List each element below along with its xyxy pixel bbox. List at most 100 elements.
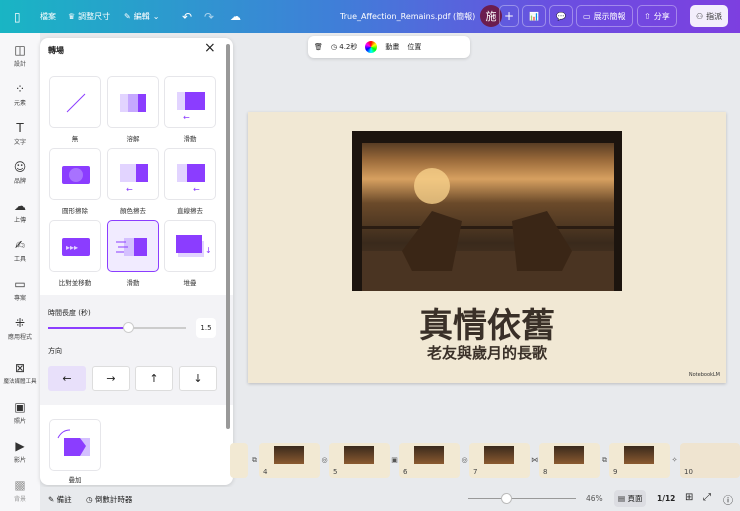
transition-label: 無 [71,135,79,143]
assign-icon: ⚇ [696,11,704,21]
transition-line-wipe[interactable]: ← [164,148,216,200]
trash-icon[interactable]: 🗑 [314,43,323,51]
zoom-level[interactable]: 46% [586,494,603,503]
page-thumbnail[interactable]: 9 [609,443,670,478]
background-icon: ▩ [14,478,26,492]
transition-label: 直線擦去 [177,207,203,215]
transition-none[interactable] [49,76,101,128]
brand-icon: ☺ [13,160,27,174]
page-thumbnail[interactable] [230,443,248,478]
page-thumbnail[interactable]: 6 [399,443,460,478]
svg-text:←: ← [183,113,190,122]
panel-scrollbar[interactable] [226,44,230,429]
sidebar-toggle-icon[interactable]: ▯ [14,10,21,24]
duration-slider[interactable] [48,322,186,333]
rail-videos[interactable]: ▶ 影片 [0,439,40,464]
share-button[interactable]: ⇧ 分享 [637,5,677,27]
page-thumbnail[interactable]: 5 [329,443,390,478]
rail-magic-media[interactable]: ⊠ 魔法媒體工具 [0,361,40,385]
slide-canvas[interactable]: 真情依舊 老友與歲月的長歌 NotebookLM [248,112,726,383]
animate-button[interactable]: 動畫 [385,42,399,52]
close-icon[interactable]: × [204,40,216,56]
page-thumbnail[interactable]: 10 [680,443,740,478]
timer-button[interactable]: ◷ 倒數計時器 [86,494,132,505]
assign-button[interactable]: ⚇ 指派 [690,5,729,27]
transition-dissolve[interactable] [107,76,159,128]
color-wheel-icon[interactable] [365,41,378,53]
rail-elements[interactable]: ⁘ 元素 [0,82,40,107]
transition-slide[interactable]: ← [164,76,216,128]
help-icon[interactable]: ⓘ [723,492,733,507]
add-collaborator-button[interactable]: + [499,5,519,27]
direction-down-button[interactable]: ↓ [179,366,217,391]
transition-match-move[interactable]: ▸▸▸ [49,220,101,272]
rail-background[interactable]: ▩ 背景 [0,478,40,503]
direction-left-button[interactable]: ← [48,366,86,391]
transition-color-wipe[interactable]: ← [107,148,159,200]
transition-stack[interactable]: ↓ [164,220,216,272]
slide-subtitle: 老友與歲月的長歌 [426,344,547,362]
chevron-down-icon: ⌄ [152,12,160,21]
top-bar: ▯ 檔案 ♛ 調整尺寸 ✎ 編輯 ⌄ ↶ ↷ ☁ True_Affection_Rem… [0,0,740,33]
image-icon: ▣ [14,400,26,414]
duration-label: 時間長度 (秒) [48,309,91,317]
shapes-icon: ⁘ [14,82,26,96]
porch-chairs-image [352,131,622,291]
transition-label: 顏色擦去 [120,207,146,215]
page-thumbnail[interactable]: 7 [469,443,530,478]
transition-marker-icon[interactable]: ✧ [669,455,680,466]
upload-icon: ⇧ [644,11,651,21]
page-counter[interactable]: 1/12 [657,494,675,503]
undo-icon[interactable]: ↶ [182,10,192,24]
cloud-saved-icon[interactable]: ☁ [230,10,241,23]
draw-icon: ✍ [14,238,26,252]
edit-menu[interactable]: ✎ 編輯 ⌄ [124,11,159,22]
element-toolbar: 🗑 ◷ 4.2秒 動畫 位置 [308,36,470,58]
transition-label: 滑動 [183,135,197,143]
grid-view-icon[interactable]: ⊞ [685,492,693,503]
text-icon: T [16,121,24,135]
redo-icon[interactable]: ↷ [204,10,214,24]
rail-apps[interactable]: ⁜ 應用程式 [0,316,40,341]
left-rail: ◫ 設計 ⁘ 元素 T 文字 ☺ 品牌 ☁ 上傳 ✍ 工具 ▭ 專案 ⁜ 應用程式 ⊠ 魔法媒體工… [0,33,40,511]
position-button[interactable]: 位置 [407,42,421,52]
rail-text[interactable]: T 文字 [0,121,40,146]
present-button[interactable]: ▭ 展示簡報 [576,5,633,27]
slide-photo [352,131,622,291]
duration-input[interactable]: 1.5 [196,318,216,338]
duration-button[interactable]: ◷ 4.2秒 [331,42,357,52]
video-icon: ▶ [15,439,25,453]
slide-title: 真情依舊 [419,306,555,346]
transition-slide-selected[interactable] [107,220,159,272]
transition-label: 堆疊 [183,279,197,287]
transition-label: 圓形擦除 [62,207,88,215]
notes-button[interactable]: ✎ 備註 [48,494,72,505]
transition-overlay[interactable] [49,419,101,471]
insights-icon[interactable]: 📊 [522,5,546,27]
zoom-slider[interactable] [468,493,576,504]
notes-icon: ✎ [48,495,57,504]
rail-photos[interactable]: ▣ 照片 [0,400,40,425]
slider-handle[interactable] [500,493,512,504]
rail-brand[interactable]: ☺ 品牌 [0,160,40,185]
direction-right-button[interactable]: → [92,366,130,391]
page-thumbnail[interactable]: 4 [259,443,320,478]
crown-icon: ♛ [68,12,76,21]
document-title[interactable]: True_Affection_Remains.pdf (簡報) [340,11,475,22]
rail-tools[interactable]: ✍ 工具 [0,238,40,263]
comment-icon[interactable]: 💬 [549,5,573,27]
fullscreen-icon[interactable]: ⤢ [703,492,711,503]
transition-circle-wipe[interactable] [49,148,101,200]
page-thumbnail[interactable]: 8 [539,443,600,478]
rail-uploads[interactable]: ☁ 上傳 [0,199,40,224]
rail-projects[interactable]: ▭ 專案 [0,277,40,302]
direction-up-button[interactable]: ↑ [135,366,173,391]
page-view-button[interactable]: ▤ 頁面 [614,490,647,507]
file-menu[interactable]: 檔案 [40,11,56,22]
rail-design[interactable]: ◫ 設計 [0,43,40,68]
resize-button[interactable]: ♛ 調整尺寸 [68,11,110,22]
apps-icon: ⁜ [14,316,26,330]
transitions-panel: 轉場 × ← 無 溶解 滑動 ← ← 圓形擦除 顏色擦去 直線擦去 ▸▸▸ ↓ … [40,38,233,485]
cloud-upload-icon: ☁ [14,199,26,213]
slider-handle[interactable] [123,322,135,333]
